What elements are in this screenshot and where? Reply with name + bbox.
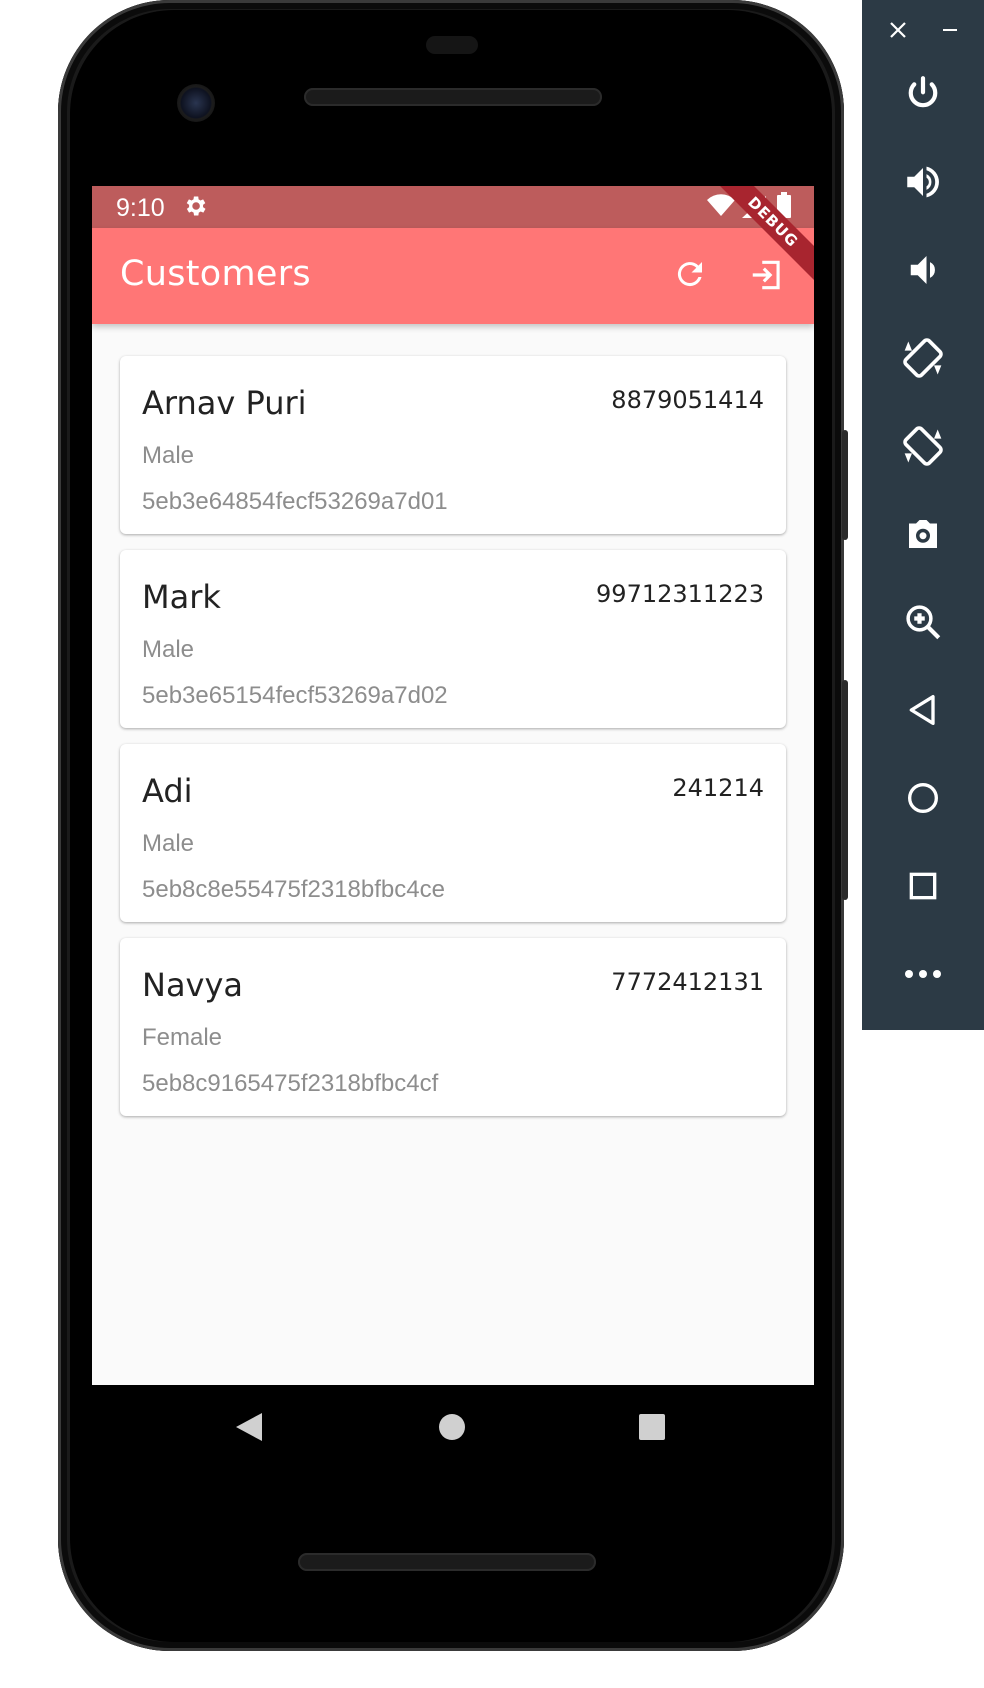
android-nav-bar [92,1385,814,1475]
nav-back-icon[interactable] [234,1411,264,1448]
customer-card[interactable]: Mark 99712311223 Male 5eb3e65154fecf5326… [120,550,786,728]
sensor-slot [426,36,478,54]
minimize-icon[interactable] [940,20,960,45]
phone-side-button-lower [842,680,848,900]
back-icon [903,690,943,735]
close-icon[interactable] [888,20,908,45]
nav-home-icon[interactable] [438,1413,466,1446]
overview-button[interactable] [862,848,984,928]
customer-phone: 7772412131 [611,968,764,996]
earpiece-speaker [304,88,602,106]
debug-banner: DEBUG [694,186,814,306]
screenshot-button[interactable] [862,496,984,576]
volume-up-icon [902,161,944,208]
camera-icon [902,513,944,560]
status-time: 9:10 [116,194,165,222]
customer-name: Adi [142,772,193,810]
debug-label: DEBUG [704,186,814,291]
customer-phone: 241214 [672,774,764,802]
volume-up-button[interactable] [862,144,984,224]
home-button[interactable] [862,760,984,840]
customer-name: Mark [142,578,221,616]
power-button[interactable] [862,56,984,136]
customer-phone: 8879051414 [611,386,764,414]
customer-id: 5eb8c8e55475f2318bfbc4ce [142,876,445,903]
volume-down-button[interactable] [862,232,984,312]
customer-gender: Male [142,636,195,663]
customer-name: Arnav Puri [142,384,307,422]
customer-id: 5eb3e65154fecf53269a7d02 [142,682,448,709]
more-icon [903,967,943,985]
customer-id: 5eb3e64854fecf53269a7d01 [142,488,448,515]
zoom-icon [902,601,944,648]
customer-phone: 99712311223 [596,580,764,608]
page-title: Customers [120,254,311,294]
front-camera [177,84,215,122]
back-button[interactable] [862,672,984,752]
nav-recents-icon[interactable] [638,1413,666,1446]
customer-gender: Female [142,1024,223,1051]
customer-card[interactable]: Navya 7772412131 Female 5eb8c9165475f231… [120,938,786,1116]
volume-down-icon [902,249,944,296]
rotate-right-icon [901,424,945,473]
zoom-button[interactable] [862,584,984,664]
home-icon [903,778,943,823]
overview-icon [903,866,943,911]
phone-side-button-upper [842,430,848,540]
customer-id: 5eb8c9165475f2318bfbc4cf [142,1070,439,1097]
settings-gear-icon [182,193,208,224]
emulator-toolbar [862,0,984,1030]
power-icon [902,73,944,120]
customer-gender: Male [142,442,195,469]
customer-card[interactable]: Arnav Puri 8879051414 Male 5eb3e64854fec… [120,356,786,534]
more-button[interactable] [862,936,984,1016]
rotate-left-icon [901,336,945,385]
device-screen: 9:10 Customers DEBUG Arnav Puri 88790514… [92,186,814,1385]
customer-gender: Male [142,830,195,857]
rotate-left-button[interactable] [862,320,984,400]
customer-name: Navya [142,966,244,1004]
bottom-speaker [298,1553,596,1571]
customer-card[interactable]: Adi 241214 Male 5eb8c8e55475f2318bfbc4ce [120,744,786,922]
rotate-right-button[interactable] [862,408,984,488]
